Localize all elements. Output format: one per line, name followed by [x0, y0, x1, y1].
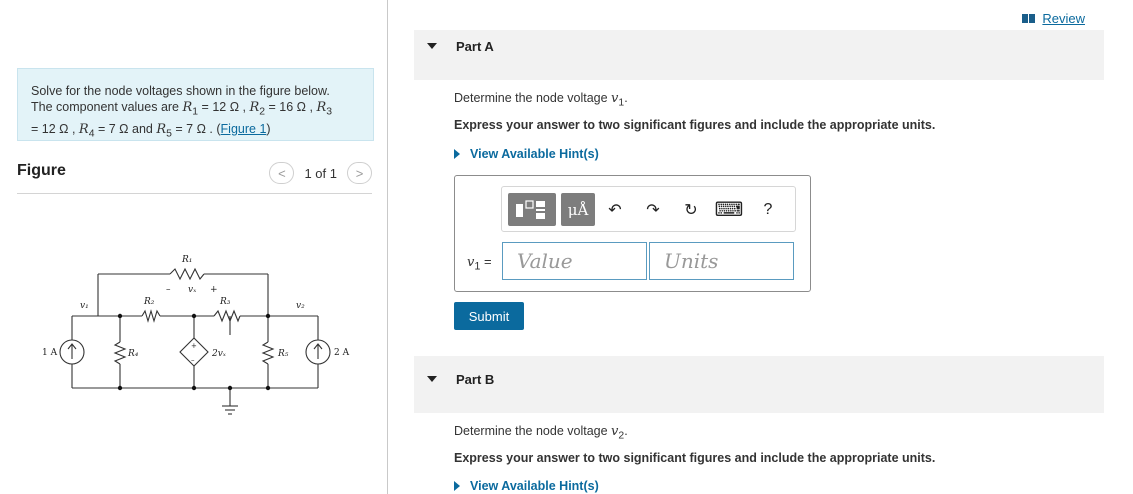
part-a-hint-toggle[interactable]: View Available Hint(s)	[454, 147, 599, 161]
problem-statement: Solve for the node voltages shown in the…	[17, 68, 374, 141]
value-input[interactable]: Value	[502, 242, 647, 280]
part-b-label: Part B	[456, 372, 495, 387]
label-dep-minus: –	[191, 356, 195, 364]
figure-link[interactable]: Figure 1	[221, 122, 267, 136]
label-1a: 1 A	[42, 348, 58, 358]
figure-title: Figure	[17, 162, 66, 179]
part-b-hint-toggle[interactable]: View Available Hint(s)	[454, 479, 599, 493]
problem-line-3: = 12 Ω , R4 = 7 Ω and R5 = 7 Ω . (Figure…	[31, 121, 271, 140]
circuit-diagram: R₁ R₂ R₃ R₄ R₅ vₓ – + v₁ v₂ 1 A 2 A 2vₓ …	[42, 255, 350, 415]
collapse-triangle-icon[interactable]	[427, 376, 437, 382]
label-r3: R₃	[219, 297, 231, 307]
book-icon	[1022, 14, 1036, 23]
label-2a: 2 A	[334, 348, 350, 358]
label-vx-plus: +	[210, 285, 218, 295]
left-panel: Solve for the node voltages shown in the…	[0, 0, 388, 494]
answer-box: μÅ ↶ ↷ ↻ ⌨ ? v1 = Value Units	[454, 175, 811, 292]
right-panel[interactable]: Review Part A Determine the node voltage…	[388, 0, 1133, 494]
figure-header: Figure < 1 of 1 >	[17, 162, 372, 194]
label-v1: v₁	[80, 301, 89, 311]
part-a-label: Part A	[456, 39, 494, 54]
label-dep-plus: +	[191, 342, 197, 350]
label-r2: R₂	[143, 297, 155, 307]
templates-icon	[516, 199, 545, 219]
part-a-question: Determine the node voltage v1.	[454, 91, 628, 109]
help-icon[interactable]: ?	[755, 193, 781, 226]
label-vx-minus: –	[166, 285, 171, 295]
part-b-question: Determine the node voltage v2.	[454, 424, 628, 442]
submit-button[interactable]: Submit	[454, 302, 524, 330]
label-r5: R₅	[277, 349, 289, 359]
caret-right-icon	[454, 481, 460, 491]
units-button[interactable]: μÅ	[561, 193, 595, 226]
review-link[interactable]: Review	[1022, 11, 1085, 26]
label-dep: 2vₓ	[211, 349, 227, 359]
next-figure-button[interactable]: >	[347, 162, 372, 184]
label-vx: vₓ	[188, 285, 197, 295]
label-r4: R₄	[127, 349, 139, 359]
label-r1: R₁	[181, 255, 192, 265]
undo-icon[interactable]: ↶	[602, 193, 628, 226]
math-toolbar: μÅ ↶ ↷ ↻ ⌨ ?	[501, 186, 796, 232]
part-a-header[interactable]: Part A	[414, 30, 1104, 80]
reset-icon[interactable]: ↻	[678, 193, 704, 226]
prev-figure-button[interactable]: <	[269, 162, 295, 184]
templates-button[interactable]	[508, 193, 556, 226]
units-input[interactable]: Units	[649, 242, 794, 280]
label-v2: v₂	[296, 301, 305, 311]
part-b-instruction: Express your answer to two significant f…	[454, 451, 936, 465]
caret-right-icon	[454, 149, 460, 159]
figure-pager: < 1 of 1 >	[269, 162, 372, 184]
part-a-instruction: Express your answer to two significant f…	[454, 118, 936, 132]
redo-icon[interactable]: ↷	[640, 193, 666, 226]
keyboard-icon[interactable]: ⌨	[715, 193, 744, 226]
problem-line-1: Solve for the node voltages shown in the…	[31, 84, 330, 98]
problem-line-2: The component values are R1 = 12 Ω , R2 …	[31, 100, 333, 118]
pager-text: 1 of 1	[304, 165, 337, 181]
part-b-header[interactable]: Part B	[414, 356, 1104, 413]
v1-label: v1 =	[467, 254, 492, 273]
collapse-triangle-icon[interactable]	[427, 43, 437, 49]
